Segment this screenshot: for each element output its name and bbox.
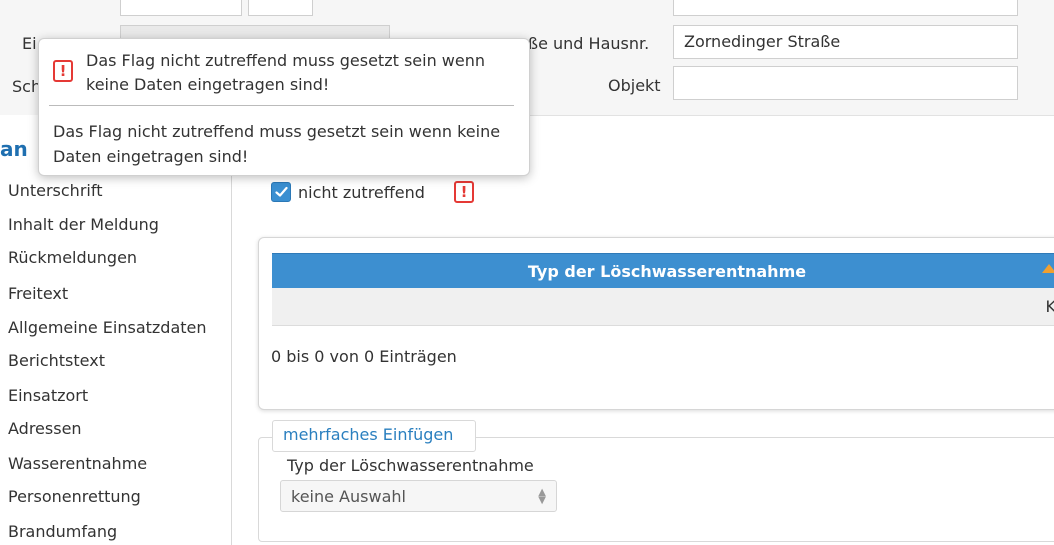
street-label: ße und Hausnr. (528, 34, 650, 53)
exclamation-icon[interactable]: ! (454, 181, 474, 203)
top-input-2[interactable] (248, 0, 313, 16)
sidebar-item-einsatzdaten[interactable]: Allgemeine Einsatzdaten (8, 318, 207, 338)
sidebar-item-unterschrift[interactable]: Unterschrift (8, 181, 102, 201)
sort-asc-icon[interactable] (1042, 264, 1054, 273)
select-label: Typ der Löschwasserentnahme (287, 456, 534, 475)
sidebar-item-berichtstext[interactable]: Berichtstext (8, 351, 105, 371)
sidebar-item-adressen[interactable]: Adressen (8, 419, 82, 439)
table-header-row: Typ der Löschwasserentnahme (272, 253, 1054, 289)
sidebar-item-wasserentnahme[interactable]: Wasserentnahme (8, 454, 147, 474)
sidebar-item-rueckmeldungen[interactable]: Rückmeldungen (8, 248, 137, 268)
top-input-3[interactable] (673, 0, 1018, 16)
table-cell: K (1045, 297, 1054, 316)
table-row: K (272, 288, 1054, 326)
street-input[interactable]: Zornedinger Straße (673, 25, 1018, 59)
validation-tooltip: ! Das Flag nicht zutreffend muss gesetzt… (38, 38, 530, 176)
not-applicable-label: nicht zutreffend (298, 183, 425, 202)
tooltip-header: Das Flag nicht zutreffend muss gesetzt s… (86, 51, 486, 94)
objekt-label: Objekt (608, 76, 661, 95)
tooltip-exclamation-icon: ! (53, 60, 73, 82)
checkmark-icon (275, 186, 288, 197)
sidebar-item-personenrettung[interactable]: Personenrettung (8, 487, 141, 507)
select-value: keine Auswahl (291, 487, 406, 506)
multi-insert-legend: mehrfaches Einfügen (277, 425, 460, 444)
sidebar-item-einsatzort[interactable]: Einsatzort (8, 386, 88, 406)
field-label-ei: Ei (22, 34, 37, 53)
sidebar-title: an (0, 137, 28, 161)
field-label-sch: Sch (12, 77, 42, 96)
tooltip-body: Das Flag nicht zutreffend muss gesetzt s… (53, 122, 501, 166)
tooltip-divider (49, 105, 514, 106)
table-info: 0 bis 0 von 0 Einträgen (271, 347, 457, 366)
objekt-input[interactable] (673, 66, 1018, 100)
not-applicable-checkbox[interactable] (271, 182, 291, 202)
select-arrows-icon: ▲ ▼ (538, 487, 546, 506)
sidebar-item-brandumfang[interactable]: Brandumfang (8, 522, 117, 542)
loeschwasser-type-select[interactable]: keine Auswahl ▲ ▼ (280, 480, 557, 512)
sidebar-item-freitext[interactable]: Freitext (8, 284, 68, 304)
top-input-1[interactable] (120, 0, 242, 16)
column-header-loeschwasser[interactable]: Typ der Löschwasserentnahme (272, 262, 1054, 281)
sidebar-item-inhalt[interactable]: Inhalt der Meldung (8, 215, 159, 235)
